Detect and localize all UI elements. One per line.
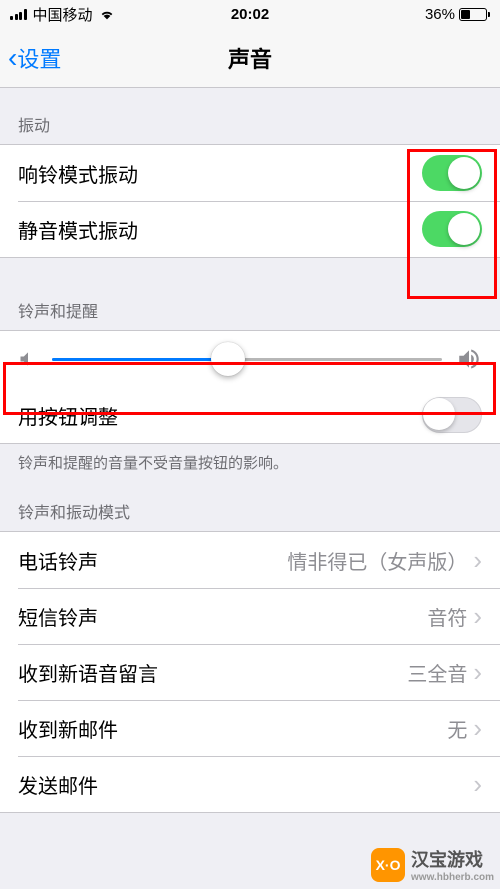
- section-header-vibrate: 振动: [0, 88, 500, 144]
- ring-vibrate-toggle[interactable]: [422, 155, 482, 191]
- change-with-buttons-label: 用按钮调整: [18, 401, 118, 430]
- chevron-right-icon: ›: [473, 659, 482, 685]
- chevron-right-icon: ›: [473, 715, 482, 741]
- speaker-high-icon: [456, 346, 482, 372]
- battery-percentage: 36%: [425, 6, 455, 23]
- silent-vibrate-toggle[interactable]: [422, 211, 482, 247]
- patterns-group: 电话铃声 情非得已（女声版） › 短信铃声 音符 › 收到新语音留言 三全音 ›…: [0, 531, 500, 813]
- silent-vibrate-label: 静音模式振动: [18, 215, 138, 244]
- carrier-label: 中国移动: [33, 4, 93, 25]
- ring-vibrate-row: 响铃模式振动: [0, 145, 500, 201]
- cell-value: 情非得已（女声版）: [287, 546, 467, 575]
- silent-vibrate-row: 静音模式振动: [0, 201, 500, 257]
- chevron-left-icon: ‹: [8, 44, 17, 72]
- ringer-footer: 铃声和提醒的音量不受音量按钮的影响。: [0, 444, 500, 481]
- cell-label: 电话铃声: [18, 546, 98, 575]
- cell-label: 短信铃声: [18, 602, 98, 631]
- section-header-ringer: 铃声和提醒: [0, 258, 500, 330]
- section-header-patterns: 铃声和振动模式: [0, 481, 500, 531]
- chevron-right-icon: ›: [473, 771, 482, 797]
- cell-label: 收到新邮件: [18, 714, 118, 743]
- clock: 20:02: [231, 6, 269, 23]
- text-tone-row[interactable]: 短信铃声 音符 ›: [0, 588, 500, 644]
- ringer-group: 用按钮调整: [0, 330, 500, 444]
- chevron-right-icon: ›: [473, 603, 482, 629]
- page-title: 声音: [228, 42, 272, 74]
- cell-value: 音符: [427, 602, 467, 631]
- change-with-buttons-toggle[interactable]: [422, 397, 482, 433]
- speaker-low-icon: [18, 349, 38, 369]
- voicemail-row[interactable]: 收到新语音留言 三全音 ›: [0, 644, 500, 700]
- status-bar: 中国移动 20:02 36%: [0, 0, 500, 28]
- vibrate-group: 响铃模式振动 静音模式振动: [0, 144, 500, 258]
- cell-label: 收到新语音留言: [18, 658, 158, 687]
- volume-slider[interactable]: [52, 358, 442, 361]
- ring-vibrate-label: 响铃模式振动: [18, 159, 138, 188]
- cell-value: 三全音: [407, 658, 467, 687]
- ringtone-row[interactable]: 电话铃声 情非得已（女声版） ›: [0, 532, 500, 588]
- nav-bar: ‹ 设置 声音: [0, 28, 500, 88]
- watermark: X·O 汉宝游戏 www.hbherb.com: [371, 846, 494, 883]
- wifi-icon: [99, 8, 115, 20]
- chevron-right-icon: ›: [473, 547, 482, 573]
- signal-icon: [10, 8, 27, 20]
- change-with-buttons-row: 用按钮调整: [0, 387, 500, 443]
- watermark-url: www.hbherb.com: [411, 872, 494, 883]
- back-button[interactable]: ‹ 设置: [8, 42, 61, 74]
- cell-label: 发送邮件: [18, 770, 98, 799]
- battery-icon: [459, 8, 490, 21]
- new-mail-row[interactable]: 收到新邮件 无 ›: [0, 700, 500, 756]
- volume-slider-row: [0, 331, 500, 387]
- watermark-logo-icon: X·O: [371, 848, 405, 882]
- back-label: 设置: [17, 42, 61, 74]
- cell-value: 无: [447, 714, 467, 743]
- sent-mail-row[interactable]: 发送邮件 ›: [0, 756, 500, 812]
- watermark-text: 汉宝游戏: [411, 846, 494, 872]
